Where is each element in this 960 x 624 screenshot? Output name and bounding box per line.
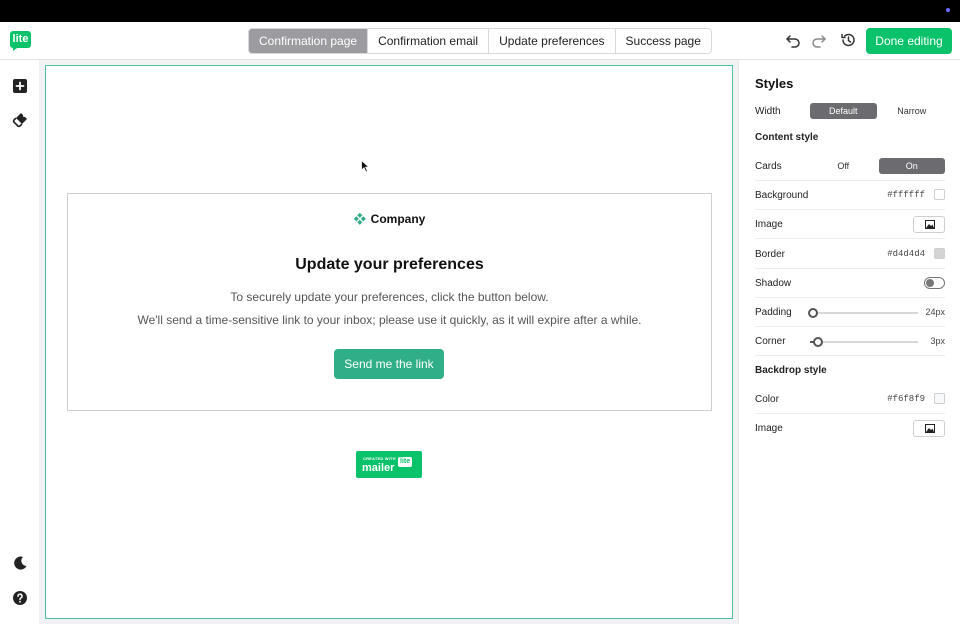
width-row: Width Default Narrow [755, 97, 945, 126]
page-tabs: Confirmation page Confirmation email Upd… [248, 28, 712, 54]
width-label: Width [755, 106, 781, 117]
corner-value: 3px [930, 336, 945, 346]
badge-small-text: CREATED WITH [363, 456, 396, 461]
corner-slider-thumb[interactable] [813, 337, 824, 347]
width-option-default[interactable]: Default [810, 103, 877, 119]
done-editing-button[interactable]: Done editing [866, 28, 952, 54]
border-color-swatch[interactable] [934, 248, 945, 259]
image-row: Image [755, 210, 945, 239]
shadow-label: Shadow [755, 278, 792, 289]
background-color-swatch[interactable] [934, 189, 945, 200]
content-style-heading: Content style [755, 132, 819, 143]
history-icon[interactable] [840, 32, 856, 48]
padding-label: Padding [755, 307, 792, 318]
image-icon [925, 220, 935, 229]
backdrop-image-row: Image [755, 414, 945, 443]
card-title: Update your preferences [295, 256, 484, 273]
background-color-value[interactable]: #ffffff [887, 190, 925, 200]
padding-slider-thumb[interactable] [808, 308, 818, 318]
backdrop-color-value[interactable]: #f6f8f9 [887, 394, 925, 404]
cards-label: Cards [755, 161, 782, 172]
width-segmented-control: Default Narrow [810, 103, 945, 119]
tab-update-preferences[interactable]: Update preferences [489, 29, 616, 53]
border-color-value[interactable]: #d4d4d4 [887, 249, 925, 259]
redo-icon[interactable] [811, 32, 827, 48]
backdrop-color-label: Color [755, 394, 779, 405]
tab-confirmation-page[interactable]: Confirmation page [249, 29, 369, 53]
system-top-bar [0, 0, 960, 22]
corner-row: Corner 3px [755, 327, 945, 356]
width-option-narrow[interactable]: Narrow [879, 103, 946, 119]
mailerlite-logo: lite [10, 31, 31, 51]
shadow-row: Shadow [755, 269, 945, 298]
left-toolbar [0, 60, 40, 624]
card-description-line-2: We'll send a time-sensitive link to your… [137, 313, 642, 327]
border-row: Border #d4d4d4 [755, 240, 945, 269]
backdrop-image-icon [925, 424, 935, 433]
dark-mode-icon[interactable] [12, 555, 28, 571]
cards-option-off[interactable]: Off [810, 158, 877, 174]
editor-header: lite Confirmation page Confirmation emai… [0, 22, 960, 60]
styles-panel: Styles Width Default Narrow Content styl… [738, 60, 960, 624]
paint-brush-icon[interactable] [12, 112, 28, 128]
image-picker-button[interactable] [913, 216, 945, 233]
page-canvas[interactable]: Company Update your preferences To secur… [45, 65, 733, 619]
padding-slider[interactable] [808, 308, 918, 318]
badge-lite-text: lite [398, 457, 413, 467]
padding-row: Padding 24px [755, 298, 945, 327]
help-icon[interactable] [12, 590, 28, 606]
created-with-mailerlite-badge[interactable]: CREATED WITH mailer lite [356, 451, 422, 478]
cards-segmented-control: Off On [810, 158, 945, 174]
company-logo-icon [353, 213, 366, 225]
mouse-cursor-icon [361, 160, 370, 173]
status-dot [946, 8, 950, 12]
tab-confirmation-email[interactable]: Confirmation email [368, 29, 490, 53]
add-block-icon[interactable] [12, 78, 28, 94]
company-brand: Company [68, 212, 711, 226]
backdrop-image-picker-button[interactable] [913, 420, 945, 437]
send-link-button[interactable]: Send me the link [334, 349, 444, 379]
background-label: Background [755, 190, 809, 201]
cards-row: Cards Off On [755, 152, 945, 181]
corner-slider[interactable] [810, 337, 918, 347]
canvas-area: Company Update your preferences To secur… [40, 60, 738, 624]
company-name: Company [370, 212, 426, 226]
shadow-toggle-knob [926, 279, 934, 287]
badge-main-text: mailer [362, 462, 395, 474]
padding-value: 24px [925, 307, 945, 317]
backdrop-style-heading: Backdrop style [755, 365, 827, 376]
backdrop-image-label: Image [755, 423, 783, 434]
card-description-line-1: To securely update your preferences, cli… [230, 290, 549, 304]
border-label: Border [755, 249, 786, 260]
backdrop-color-row: Color #f6f8f9 [755, 385, 945, 414]
styles-panel-title: Styles [755, 76, 794, 91]
tab-success-page[interactable]: Success page [615, 29, 711, 53]
corner-label: Corner [755, 336, 786, 347]
undo-icon[interactable] [785, 32, 801, 48]
cards-option-on[interactable]: On [878, 158, 945, 174]
image-label: Image [755, 219, 783, 230]
shadow-toggle[interactable] [924, 277, 945, 289]
content-card[interactable]: Company Update your preferences To secur… [67, 193, 712, 411]
background-row: Background #ffffff [755, 181, 945, 210]
backdrop-color-swatch[interactable] [934, 393, 945, 404]
